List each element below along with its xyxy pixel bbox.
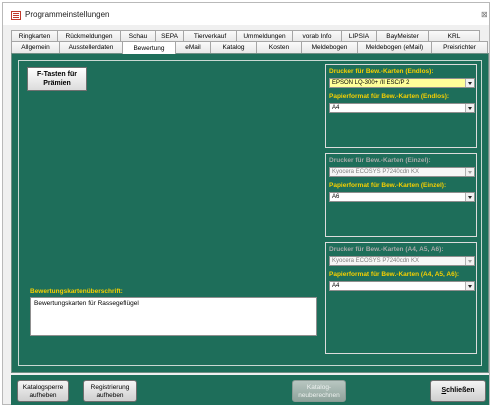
tab-row-2: Allgemein Ausstellerdaten Bewertung eMai… (11, 41, 489, 54)
printer-a4a5a6-label: Drucker für Bew.-Karten (A4, A5, A6): (329, 246, 444, 253)
format-endlos-label: Papierformat für Bew.-Karten (Endlos): (329, 93, 450, 100)
app-icon (11, 11, 21, 20)
tab-katalog[interactable]: Katalog (210, 41, 257, 53)
printer-einzel-value: Kyocera ECOSYS P7240cdn KX (332, 169, 420, 175)
format-einzel-label: Papierformat für Bew.-Karten (Einzel): (329, 182, 447, 189)
button-bar: Katalogsperre aufheben Registrierung auf… (11, 375, 489, 405)
chevron-down-icon[interactable] (465, 104, 474, 112)
printer-einzel-label: Drucker für Bew.-Karten (Einzel): (329, 157, 431, 164)
tab-email[interactable]: eMail (175, 41, 211, 53)
format-a4a5a6-value: A4 (332, 283, 340, 289)
katalog-neuberechnen-button: Katalog-neuberechnen (292, 380, 346, 402)
printer-einzel-select: Kyocera ECOSYS P7240cdn KX (329, 167, 475, 177)
bewertungskarten-header-label: Bewertungskartenüberschrift: (30, 288, 123, 295)
f-tasten-praemien-button[interactable]: F-Tasten für Prämien (27, 67, 87, 91)
printer-endlos-select[interactable]: EPSON LQ-300+ /II ESC/P 2 (329, 78, 475, 88)
chevron-down-icon[interactable] (465, 282, 474, 290)
schliessen-label: chließen (446, 387, 475, 394)
tab-allgemein[interactable]: Allgemein (11, 41, 60, 53)
group-endlos: Drucker für Bew.-Karten (Endlos): EPSON … (325, 64, 477, 148)
registrierung-aufheben-button[interactable]: Registrierung aufheben (83, 380, 137, 402)
printer-endlos-label: Drucker für Bew.-Karten (Endlos): (329, 68, 434, 75)
schliessen-button[interactable]: Schließen (430, 380, 486, 402)
chevron-down-icon[interactable] (465, 193, 474, 201)
chevron-down-icon (465, 168, 474, 176)
bewertung-inner-frame: F-Tasten für Prämien Drucker für Bew.-Ka… (18, 60, 482, 366)
title-bar: Programmeinstellungen ⊠ (3, 3, 489, 25)
tab-kosten[interactable]: Kosten (256, 41, 302, 53)
format-einzel-select[interactable]: A6 (329, 192, 475, 202)
close-icon[interactable]: ⊠ (481, 10, 488, 19)
format-endlos-select[interactable]: A4 (329, 103, 475, 113)
format-einzel-value: A6 (332, 194, 340, 200)
format-a4a5a6-label: Papierformat für Bew.-Karten (A4, A5, A6… (329, 271, 460, 278)
printer-endlos-value: EPSON LQ-300+ /II ESC/P 2 (332, 80, 410, 86)
tab-meldebogen[interactable]: Meldebogen (301, 41, 358, 53)
chevron-down-icon (465, 257, 474, 265)
tab-bewertung[interactable]: Bewertung (122, 41, 176, 54)
printer-a4a5a6-value: Kyocera ECOSYS P7240cdn KX (332, 258, 420, 264)
tab-ausstellerdaten[interactable]: Ausstellerdaten (59, 41, 123, 53)
katalogsperre-aufheben-button[interactable]: Katalogsperre aufheben (17, 380, 69, 402)
tab-meldebogen-email[interactable]: Meldebogen (eMail) (357, 41, 432, 53)
printer-a4a5a6-select: Kyocera ECOSYS P7240cdn KX (329, 256, 475, 266)
bewertung-panel: F-Tasten für Prämien Drucker für Bew.-Ka… (11, 53, 489, 373)
chevron-down-icon[interactable] (465, 79, 474, 87)
format-a4a5a6-select[interactable]: A4 (329, 281, 475, 291)
group-einzel: Drucker für Bew.-Karten (Einzel): Kyocer… (325, 153, 477, 237)
settings-window: Programmeinstellungen ⊠ Ringkarten Rückm… (2, 2, 490, 405)
bewertungskarten-header-input[interactable]: Bewertungskarten für Rassegeflügel (30, 297, 317, 336)
group-a4-a5-a6: Drucker für Bew.-Karten (A4, A5, A6): Ky… (325, 242, 477, 354)
format-endlos-value: A4 (332, 105, 340, 111)
tab-preisrichter[interactable]: Preisrichter (431, 41, 488, 53)
window-title: Programmeinstellungen (25, 10, 110, 19)
